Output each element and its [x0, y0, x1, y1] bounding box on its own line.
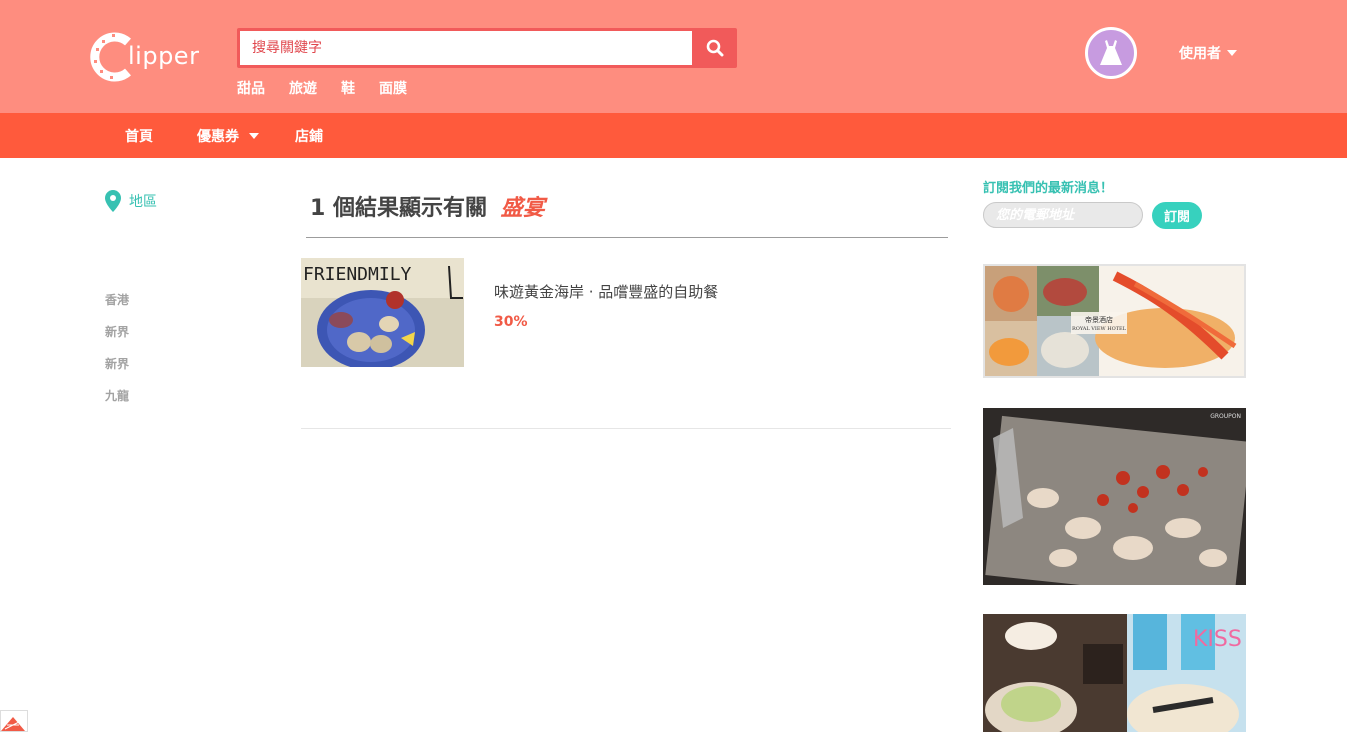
- image-caption: FRIENDMILY: [303, 264, 412, 285]
- region-list: 香港 新界 新界 九龍: [105, 291, 129, 419]
- ad3-kiss-text: KISS: [1193, 627, 1242, 652]
- ad2-brand: GROUPON: [1210, 413, 1241, 420]
- results-heading: 1 個結果顯示有關 盛宴: [310, 190, 545, 222]
- region-item[interactable]: 新界: [105, 323, 129, 355]
- main-nav: 首頁 優惠券 店鋪: [0, 113, 1347, 158]
- header: lipper 甜品 旅遊 鞋 面膜 使用者: [0, 0, 1347, 113]
- divider: [301, 428, 951, 429]
- dress-icon: [1100, 40, 1122, 65]
- subscribe-title: 訂閱我們的最新消息！: [983, 181, 1114, 196]
- region-item[interactable]: 新界: [105, 355, 129, 387]
- nav-coupons[interactable]: 優惠券: [197, 126, 259, 146]
- ad1-hotel-sub: ROYAL VIEW HOTEL: [1072, 326, 1127, 332]
- ad-banner-seafood[interactable]: GROUPON: [983, 408, 1246, 585]
- results-keyword: 盛宴: [500, 196, 545, 221]
- quick-link-shoes[interactable]: 鞋: [341, 78, 355, 98]
- ad-image-hotel-buffet: 帝景酒店 ROYAL VIEW HOTEL: [985, 266, 1244, 376]
- grid-icon: [1, 717, 25, 731]
- map-pin-icon: [105, 190, 121, 212]
- clipper-logo[interactable]: lipper: [90, 28, 199, 84]
- search-button[interactable]: [692, 28, 737, 68]
- search-box: [237, 28, 737, 68]
- result-discount: 30%: [494, 314, 528, 330]
- nav-home[interactable]: 首頁: [125, 126, 153, 146]
- region-filter-header[interactable]: 地區: [105, 190, 157, 212]
- quick-link-travel[interactable]: 旅遊: [289, 78, 317, 98]
- ad-banner-ramen[interactable]: KISS: [983, 614, 1246, 732]
- results-heading-text: 個結果顯示有關: [332, 196, 487, 221]
- user-menu[interactable]: 使用者: [1179, 43, 1237, 63]
- chevron-down-icon: [1227, 50, 1237, 56]
- subscribe-button[interactable]: 訂閱: [1152, 202, 1202, 229]
- avatar[interactable]: [1085, 27, 1137, 79]
- chevron-down-icon: [249, 133, 259, 139]
- region-item[interactable]: 香港: [105, 291, 129, 323]
- ad1-hotel-name: 帝景酒店: [1085, 315, 1113, 324]
- nav-stores[interactable]: 店鋪: [295, 126, 323, 146]
- result-thumbnail[interactable]: FRIENDMILY: [301, 258, 464, 367]
- page: lipper 甜品 旅遊 鞋 面膜 使用者: [0, 0, 1347, 732]
- search-input[interactable]: [240, 31, 692, 65]
- food-plate-image: FRIENDMILY: [301, 258, 464, 367]
- result-title-link[interactable]: 味遊黃金海岸 · 品嚐豐盛的自助餐: [494, 281, 718, 302]
- region-item[interactable]: 九龍: [105, 387, 129, 419]
- region-label: 地區: [129, 194, 157, 210]
- ad-banner-hotel[interactable]: 帝景酒店 ROYAL VIEW HOTEL: [983, 264, 1246, 378]
- email-field[interactable]: [983, 202, 1143, 228]
- nav-stores-label: 店鋪: [295, 129, 323, 145]
- quick-links: 甜品 旅遊 鞋 面膜: [237, 78, 407, 98]
- corner-widget[interactable]: [0, 710, 28, 732]
- user-menu-label: 使用者: [1179, 46, 1221, 62]
- logo-text: lipper: [128, 42, 200, 70]
- ad-image-ramen: KISS: [983, 614, 1246, 732]
- nav-coupons-label: 優惠券: [197, 129, 239, 145]
- results-count: 1: [310, 196, 326, 221]
- quick-link-desserts[interactable]: 甜品: [237, 78, 265, 98]
- nav-home-label: 首頁: [125, 129, 153, 145]
- divider: [306, 237, 948, 238]
- search-icon: [706, 39, 723, 57]
- quick-link-masks[interactable]: 面膜: [379, 78, 407, 98]
- ad-image-seafood-grill: GROUPON: [983, 408, 1246, 585]
